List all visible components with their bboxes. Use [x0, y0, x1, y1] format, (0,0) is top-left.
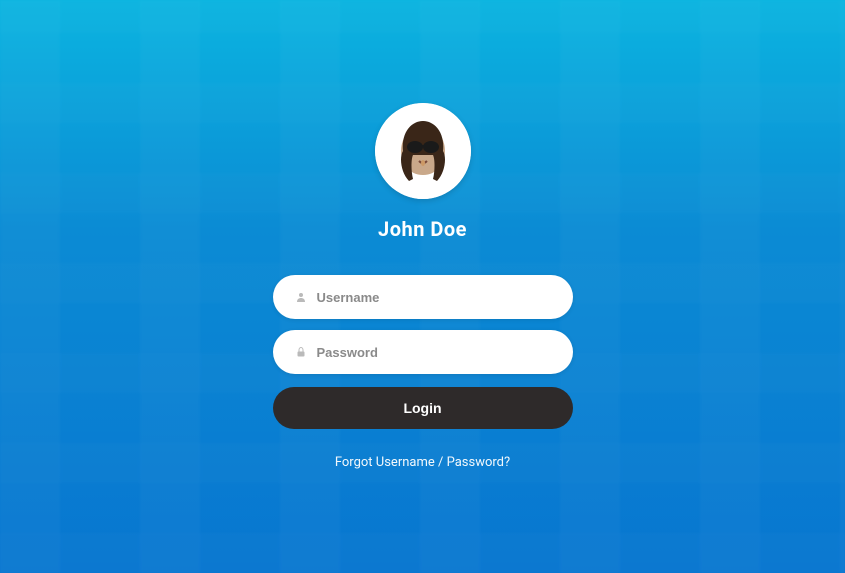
username-field-wrap[interactable] — [273, 275, 573, 319]
user-icon — [295, 291, 307, 303]
avatar-image — [375, 103, 471, 199]
lock-icon — [295, 346, 307, 358]
password-input[interactable] — [317, 345, 551, 360]
user-name: John Doe — [378, 217, 467, 241]
avatar — [375, 103, 471, 199]
forgot-link[interactable]: Forgot Username / Password? — [335, 455, 510, 470]
login-card: John Doe Login Forgot Username / Passwor… — [263, 103, 583, 470]
login-button[interactable]: Login — [273, 387, 573, 429]
username-input[interactable] — [317, 290, 551, 305]
password-field-wrap[interactable] — [273, 330, 573, 374]
